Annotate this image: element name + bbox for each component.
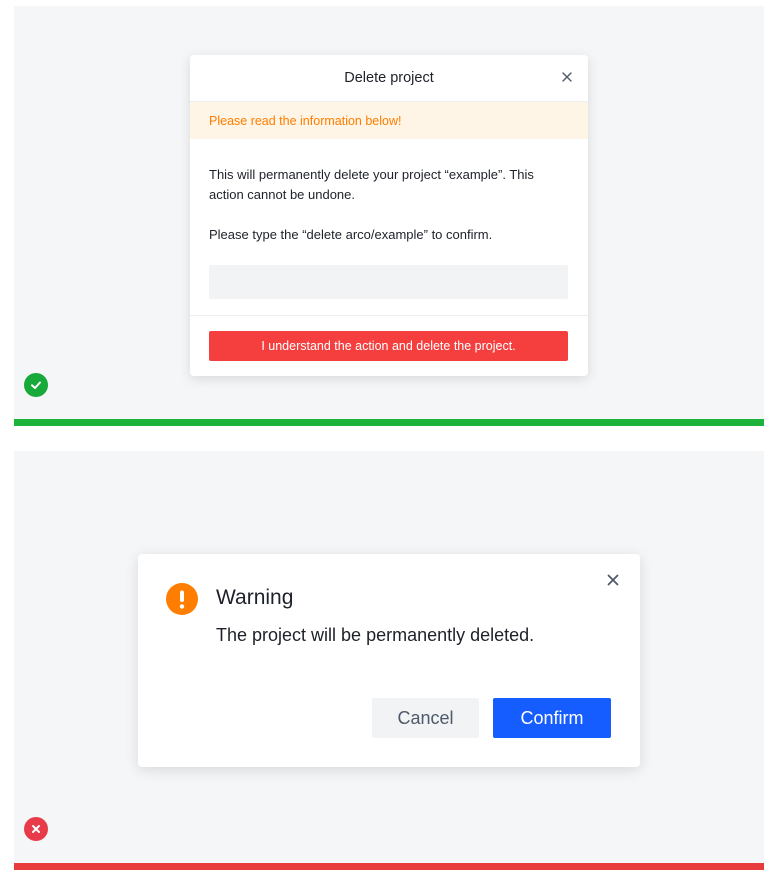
modal-message: The project will be permanently deleted. <box>216 625 535 645</box>
cancel-button[interactable]: Cancel <box>372 698 479 738</box>
check-circle-icon <box>24 373 48 397</box>
confirm-button[interactable]: Confirm <box>493 698 611 738</box>
confirm-instruction-text: Please type the “delete arco/example” to… <box>209 227 493 242</box>
close-icon[interactable] <box>560 70 574 84</box>
modal-body: This will permanently delete your projec… <box>190 139 588 299</box>
warning-modal: Warning The project will be permanently … <box>138 554 640 767</box>
modal-header: Delete project <box>190 55 588 102</box>
confirm-input[interactable] <box>209 265 568 299</box>
good-example-panel: Delete project Please read the informati… <box>14 6 764 419</box>
x-circle-icon <box>24 817 48 841</box>
modal-title: Delete project <box>344 70 434 86</box>
bad-example-bar <box>14 863 764 870</box>
delete-project-button[interactable]: I understand the action and delete the p… <box>209 331 568 361</box>
modal-title: Warning <box>216 586 294 609</box>
alert-text: Please read the information below! <box>209 113 402 128</box>
delete-project-modal: Delete project Please read the informati… <box>190 55 588 376</box>
description-text: This will permanently delete your projec… <box>209 167 534 202</box>
exclamation-icon <box>166 583 198 615</box>
warning-alert: Please read the information below! <box>190 102 588 139</box>
bad-example-panel: Warning The project will be permanently … <box>14 451 764 863</box>
modal-footer: I understand the action and delete the p… <box>190 315 588 377</box>
good-example-bar <box>14 419 764 426</box>
close-icon[interactable] <box>606 573 620 587</box>
